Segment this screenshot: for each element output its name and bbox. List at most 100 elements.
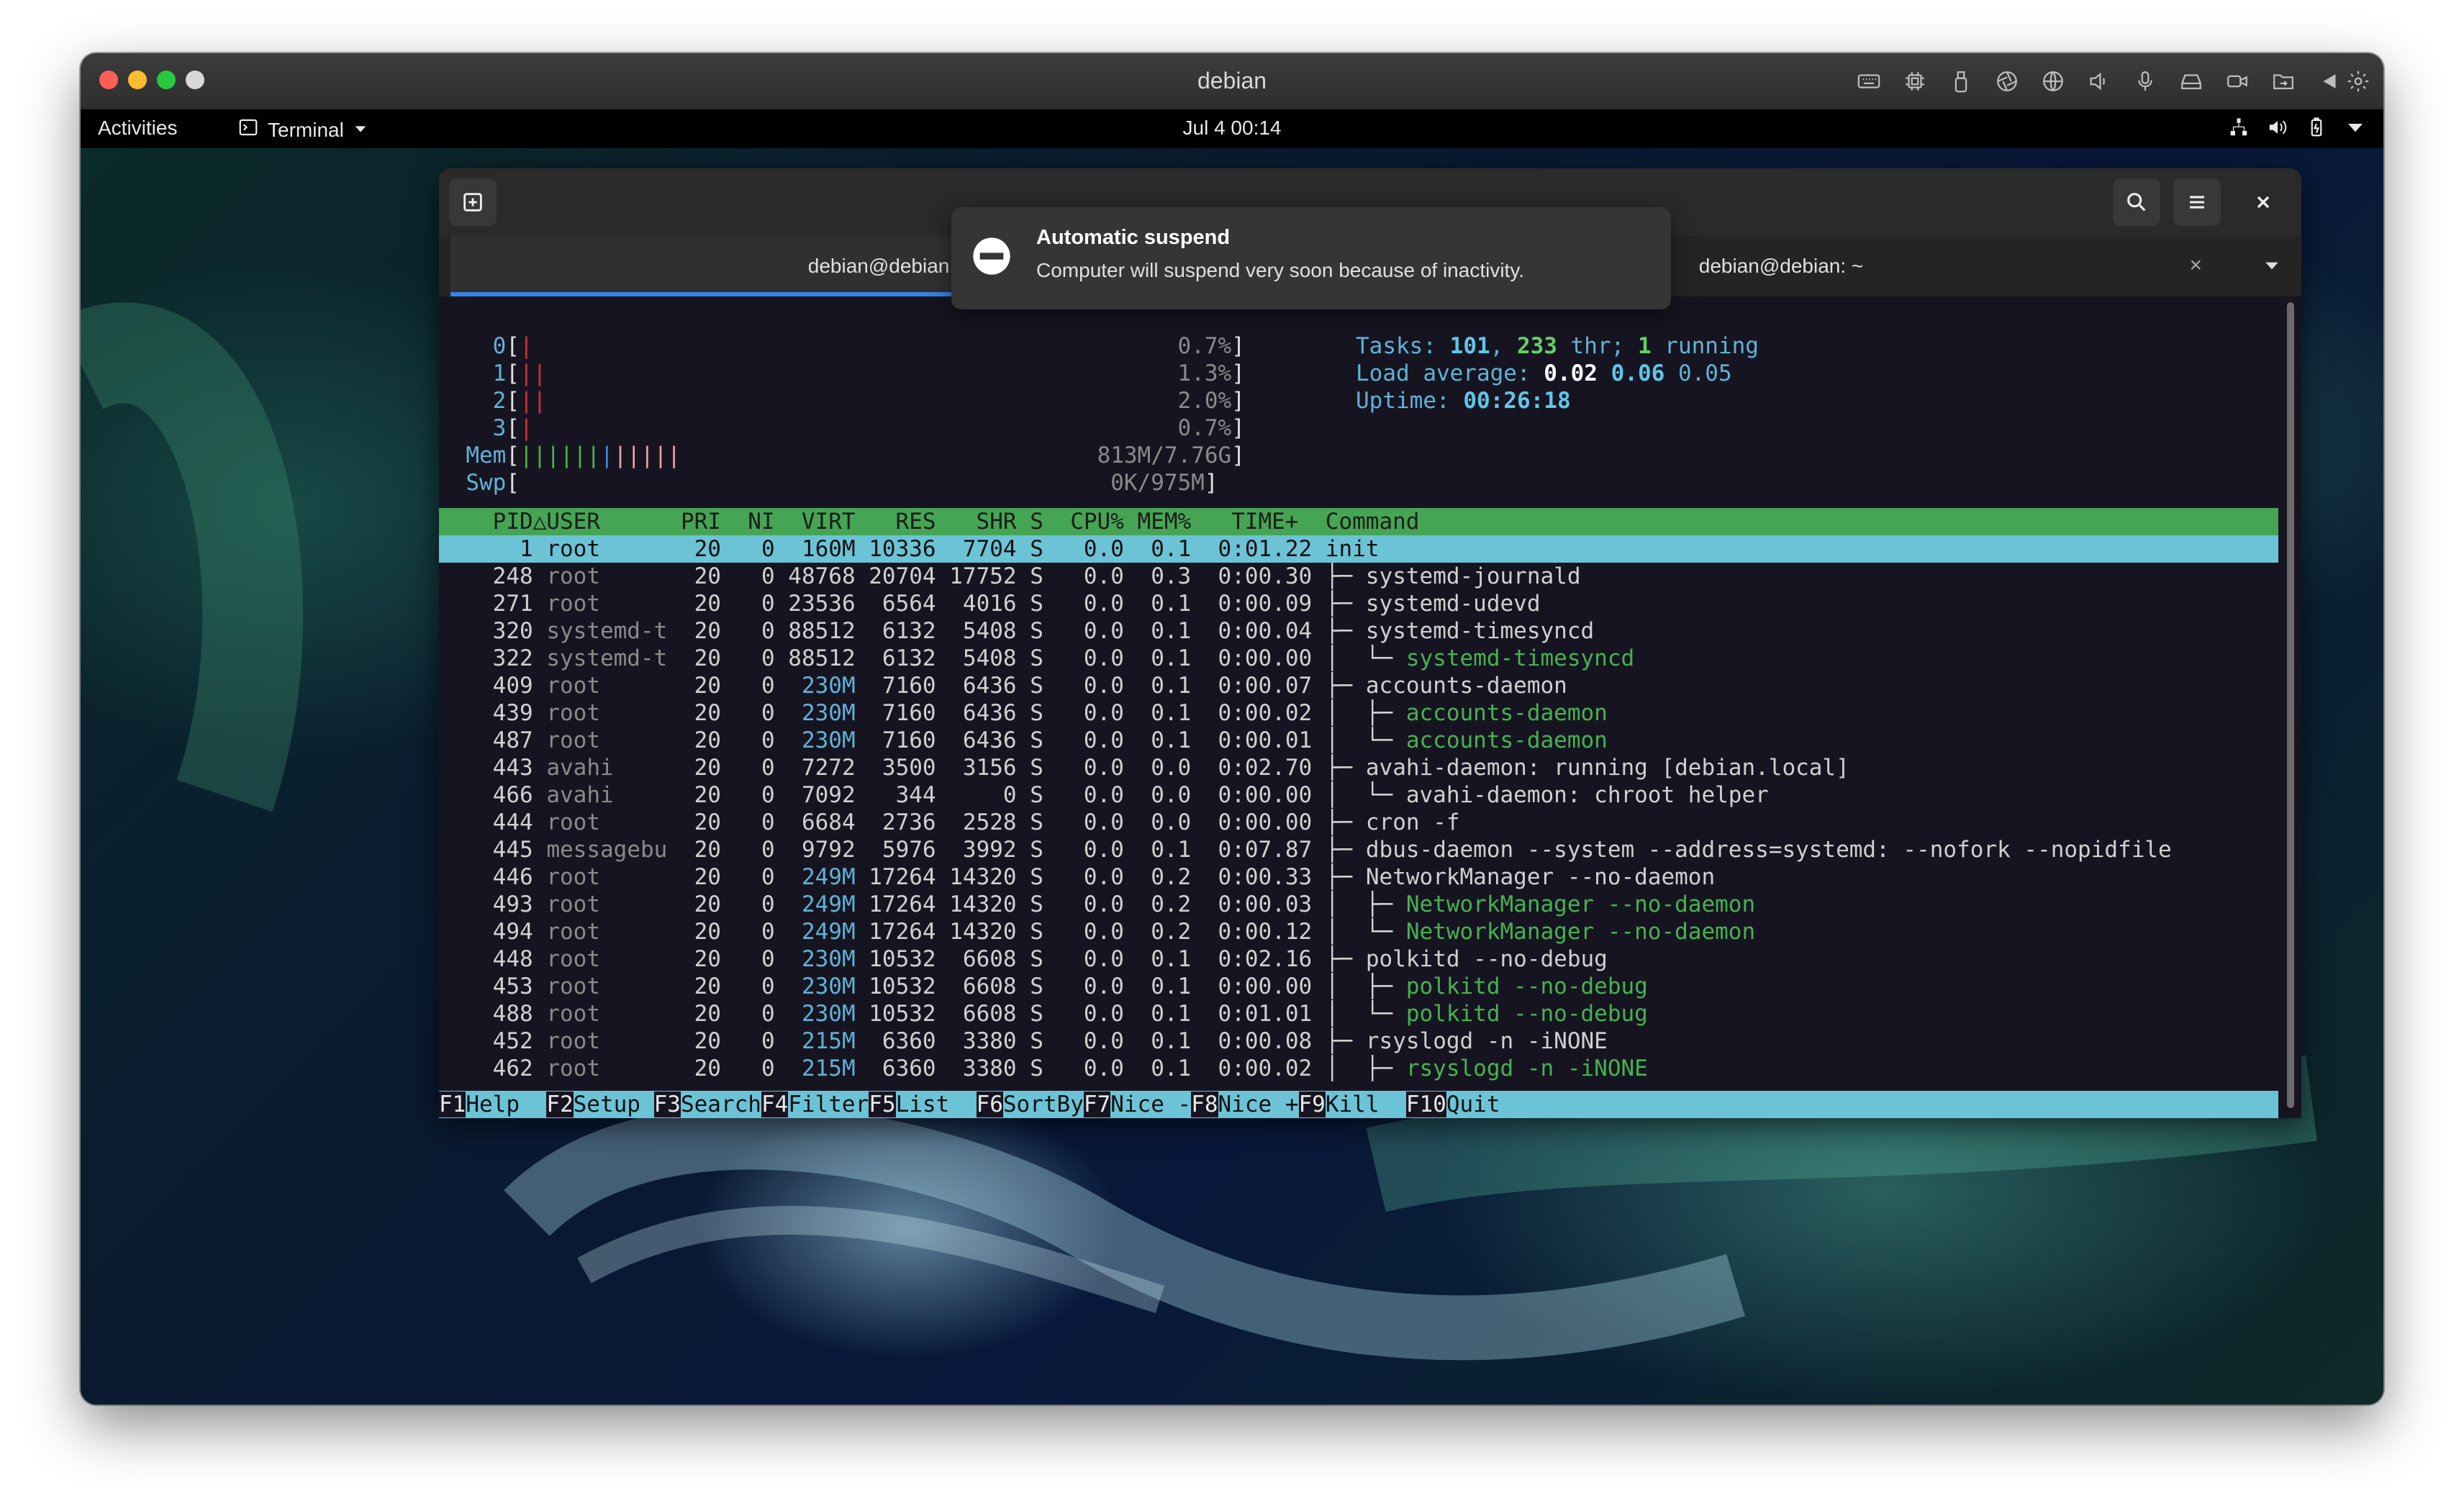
fkey-f6-label[interactable]: SortBy <box>1003 1092 1084 1117</box>
table-row[interactable]: 462 root 20 0 215M 6360 3380 S 0.0 0.1 0… <box>439 1055 1648 1082</box>
process-tree-branch: │ ├─ <box>1325 974 1406 999</box>
table-row[interactable]: 409 root 20 0 230M 7160 6436 S 0.0 0.1 0… <box>439 672 1567 699</box>
memory-meter: Mem[|||||||||||| 813M/7.76G] <box>466 443 1245 468</box>
process-command: systemd-timesyncd <box>1365 618 1595 644</box>
process-ni: 0 <box>720 919 775 945</box>
table-row[interactable]: 444 root 20 0 6684 2736 2528 S 0.0 0.0 0… <box>439 809 1460 836</box>
shared-folder-icon[interactable] <box>2268 66 2298 96</box>
table-row[interactable]: 320 systemd-t 20 0 88512 6132 5408 S 0.0… <box>439 617 1595 645</box>
process-tree-branch: │ └─ <box>1325 919 1406 945</box>
process-pid: 453 <box>439 974 533 999</box>
process-time: 0:02.70 <box>1191 755 1313 781</box>
process-ni: 0 <box>720 864 775 890</box>
clock[interactable]: Jul 4 00:14 <box>81 117 2383 140</box>
table-row[interactable]: 445 messagebu 20 0 9792 5976 3992 S 0.0 … <box>439 836 2172 863</box>
process-cpu: 0.0 <box>1043 1001 1124 1027</box>
menu-button[interactable] <box>2173 178 2221 226</box>
terminal-scrollbar[interactable] <box>2287 302 2294 1108</box>
table-row[interactable]: 466 avahi 20 0 7092 344 0 S 0.0 0.0 0:00… <box>439 781 1769 809</box>
function-key-bar[interactable]: F1Help F2Setup F3SearchF4FilterF5List F6… <box>439 1091 2278 1118</box>
htop-screen[interactable]: 0[| 0.7%] 1[|| 1.3%] 2[|| 2.0%] 3[| 0.7%… <box>439 296 2278 1118</box>
table-row[interactable]: 452 root 20 0 215M 6360 3380 S 0.0 0.1 0… <box>439 1027 1608 1055</box>
process-tree-branch: │ └─ <box>1325 727 1406 753</box>
new-tab-button[interactable] <box>449 178 497 226</box>
fkey-f7-label[interactable]: Nice - <box>1110 1092 1191 1117</box>
process-virt: 230M <box>774 727 856 753</box>
disk-icon[interactable] <box>2176 66 2206 96</box>
process-mem: 0.1 <box>1123 1056 1192 1081</box>
table-row[interactable]: 322 systemd-t 20 0 88512 6132 5408 S 0.0… <box>439 645 1635 672</box>
usb-icon[interactable] <box>1946 66 1976 96</box>
process-res: 6132 <box>855 645 936 671</box>
table-row[interactable]: 488 root 20 0 230M 10532 6608 S 0.0 0.1 … <box>439 1000 1648 1027</box>
microphone-icon[interactable] <box>2130 66 2160 96</box>
fkey-f2-label[interactable]: Setup <box>574 1092 654 1117</box>
table-row[interactable]: 494 root 20 0 249M 17264 14320 S 0.0 0.2… <box>439 918 1755 945</box>
cpu-meter: 2[|| 2.0%] <box>492 388 1245 414</box>
process-command: rsyslogd -n -iNONE <box>1405 1056 1648 1081</box>
process-mem: 0.1 <box>1123 700 1192 726</box>
tasks-info: Tasks: 101, 233 thr; 1 running <box>1356 333 1759 359</box>
table-row[interactable]: 248 root 20 0 48768 20704 17752 S 0.0 0.… <box>439 563 1581 590</box>
process-pri: 20 <box>680 673 721 699</box>
table-row[interactable]: 271 root 20 0 23536 6564 4016 S 0.0 0.1 … <box>439 590 1541 617</box>
process-time: 0:00.09 <box>1191 591 1313 617</box>
process-time: 0:07.87 <box>1191 837 1313 863</box>
fkey-f2: F2 <box>546 1092 574 1117</box>
globe-icon[interactable] <box>2038 66 2068 96</box>
table-row[interactable]: 439 root 20 0 230M 7160 6436 S 0.0 0.1 0… <box>439 699 1608 727</box>
fkey-f8-label[interactable]: Nice + <box>1218 1092 1299 1117</box>
cpu-meter: 1[|| 1.3%] <box>492 360 1245 386</box>
back-icon[interactable] <box>2314 66 2345 96</box>
close-terminal-button[interactable] <box>2239 178 2287 226</box>
fkey-f5-label[interactable]: List <box>896 1092 977 1117</box>
process-res: 3500 <box>855 755 936 781</box>
process-time: 0:00.07 <box>1191 673 1313 699</box>
process-cpu: 0.0 <box>1043 645 1124 671</box>
process-user: root <box>546 727 681 753</box>
process-table-header[interactable]: PID△USER PRI NI VIRT RES SHR S CPU% MEM%… <box>439 508 2278 535</box>
process-res: 20704 <box>855 563 936 589</box>
video-camera-icon[interactable] <box>2222 66 2252 96</box>
system-tray[interactable] <box>2228 117 2366 143</box>
process-mem: 0.2 <box>1123 864 1192 890</box>
process-tree-branch: ├─ <box>1325 1028 1366 1054</box>
table-row[interactable]: 443 avahi 20 0 7272 3500 3156 S 0.0 0.0 … <box>439 754 1849 781</box>
process-command: dbus-daemon --system --address=systemd: … <box>1365 837 2172 863</box>
tab-2-close-icon[interactable]: × <box>2189 253 2202 278</box>
fkey-f5: F5 <box>869 1092 896 1117</box>
fkey-f10-label[interactable]: Quit <box>1446 1092 1500 1117</box>
vm-titlebar: debian <box>81 53 2383 111</box>
fkey-f1-label[interactable]: Help <box>466 1092 546 1117</box>
process-row-selected[interactable]: 1 root 20 0 160M 10336 7704 S 0.0 0.1 0:… <box>439 535 2278 563</box>
fkey-f4-label[interactable]: Filter <box>788 1092 869 1117</box>
fkey-f3-label[interactable]: Search <box>681 1092 761 1117</box>
process-s: S <box>1016 1001 1043 1027</box>
cpu-icon[interactable] <box>1900 66 1930 96</box>
process-res: 10532 <box>855 946 936 972</box>
table-row[interactable]: 487 root 20 0 230M 7160 6436 S 0.0 0.1 0… <box>439 727 1608 754</box>
process-shr: 3380 <box>936 1056 1017 1081</box>
tab-list-chevron-icon[interactable] <box>2263 256 2281 278</box>
settings-icon[interactable] <box>2343 66 2373 96</box>
table-row[interactable]: 448 root 20 0 230M 10532 6608 S 0.0 0.1 … <box>439 945 1608 973</box>
search-button[interactable] <box>2113 178 2160 226</box>
fkey-f9-label[interactable]: Kill <box>1326 1092 1406 1117</box>
gnome-top-bar: Activities Terminal Jul 4 00:14 <box>81 109 2383 148</box>
process-ni: 0 <box>720 809 775 835</box>
speaker-icon[interactable] <box>2084 66 2114 96</box>
process-s: S <box>1016 1056 1043 1081</box>
table-row[interactable]: 493 root 20 0 249M 17264 14320 S 0.0 0.2… <box>439 891 1755 918</box>
table-row[interactable]: 453 root 20 0 230M 10532 6608 S 0.0 0.1 … <box>439 973 1648 1000</box>
keyboard-icon[interactable] <box>1854 66 1884 96</box>
process-mem: 0.1 <box>1123 645 1192 671</box>
notification-banner[interactable]: Automatic suspend Computer will suspend … <box>951 207 1671 309</box>
camera-lens-icon[interactable] <box>1992 66 2022 96</box>
process-user: root <box>546 946 681 972</box>
process-user: root <box>546 591 681 617</box>
process-s: S <box>1016 645 1043 671</box>
process-ni: 0 <box>720 755 775 781</box>
table-row[interactable]: 446 root 20 0 249M 17264 14320 S 0.0 0.2… <box>439 863 1716 891</box>
process-pri: 20 <box>680 591 721 617</box>
process-pid: 493 <box>439 891 533 917</box>
